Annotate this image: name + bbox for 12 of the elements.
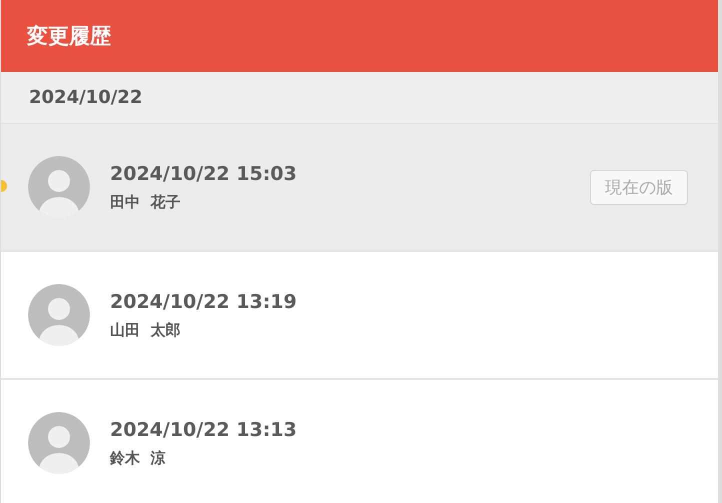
entry-time: 2024/10/22 15:03 (110, 162, 298, 184)
header-title: 変更履歴 (27, 23, 111, 50)
group-date: 2024/10/22 (29, 87, 142, 108)
entry-time: 2024/10/22 13:19 (110, 290, 298, 312)
entry-user: 山田 太郎 (110, 320, 182, 340)
entry-user: 鈴木 涼 (110, 448, 166, 468)
avatar-icon (28, 412, 90, 474)
avatar-icon (28, 156, 90, 218)
avatar-icon (28, 284, 90, 346)
entry-time: 2024/10/22 13:13 (110, 418, 298, 440)
history-entry[interactable]: 2024/10/22 15:03 田中 花子 現在の版 (1, 124, 718, 252)
entry-user: 田中 花子 (110, 192, 182, 212)
